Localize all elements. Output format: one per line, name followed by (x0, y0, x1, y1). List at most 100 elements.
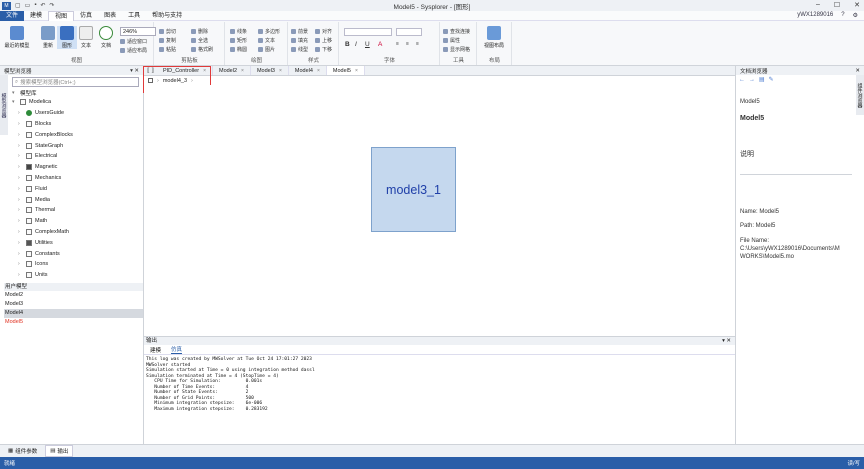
close-icon[interactable]: × (317, 68, 320, 74)
show-grid-button[interactable]: 显示网格 (443, 46, 470, 53)
list-item[interactable]: Model5 (4, 318, 143, 327)
align-center-icon[interactable]: ≡ (406, 41, 409, 47)
tree-item[interactable]: › Thermal (12, 205, 142, 216)
new-icon[interactable]: ▢ (15, 2, 21, 9)
copy-button[interactable]: 复制 (159, 37, 176, 44)
attributes-button[interactable]: 属性 (443, 37, 460, 44)
tree-item[interactable]: › Electrical (12, 151, 142, 162)
side-tab-model-browser[interactable]: 模型浏览器 (0, 75, 8, 135)
fg-style-button[interactable]: 前景 (291, 28, 308, 35)
rearrange-button[interactable]: 重新 (38, 26, 58, 49)
doc-icon[interactable]: ▤ (759, 76, 765, 83)
draw-ellipse-button[interactable]: 椭圆 (230, 46, 247, 53)
tab-model3[interactable]: Model3 × (251, 66, 289, 75)
draw-image-button[interactable]: 图片 (258, 46, 275, 53)
font-name-select[interactable] (344, 28, 392, 36)
menu-help[interactable]: 帮助与支持 (146, 11, 188, 21)
minimize-button[interactable]: – (816, 1, 820, 9)
edit-icon[interactable]: ✎ (769, 76, 774, 83)
open-icon[interactable]: ▭ (25, 2, 31, 9)
tree-item[interactable]: › Fluid (12, 183, 142, 194)
view-layout-button[interactable]: 视图布局 (484, 26, 504, 49)
panel-menu-icon[interactable]: ▾ ✕ (722, 337, 731, 345)
underline-button[interactable]: U (365, 41, 370, 48)
tree-item[interactable]: › Mechanics (12, 173, 142, 184)
tab-model4[interactable]: Model4 × (289, 66, 327, 75)
component-block[interactable]: model3_1 (371, 147, 456, 232)
menu-chart[interactable]: 图表 (98, 11, 122, 21)
settings-icon[interactable]: ⚙ (853, 12, 858, 19)
panel-menu-icon[interactable]: ▾ ✕ (130, 68, 139, 74)
tree-item[interactable]: › Utilities (12, 237, 142, 248)
model-search-input[interactable]: ⌕ 搜索模型浏览器(Ctrl+;) (12, 77, 139, 87)
align-button[interactable]: 对齐 (315, 28, 332, 35)
tree-item[interactable]: › Media (12, 194, 142, 205)
recent-models-button[interactable]: 最近的模型 (4, 26, 30, 49)
redo-icon[interactable]: ↷ (50, 2, 55, 9)
tab-model5[interactable]: Model5 × (326, 66, 365, 75)
tree-item[interactable]: › ComplexMath (12, 227, 142, 238)
close-icon[interactable]: ✕ (855, 68, 860, 74)
tree-item[interactable]: › ComplexBlocks (12, 129, 142, 140)
tree-item[interactable]: › Icons (12, 259, 142, 270)
list-item[interactable]: Model4 (4, 309, 143, 318)
tree-item[interactable]: › Constants (12, 248, 142, 259)
tab-modeling-log[interactable]: 建模 (150, 346, 161, 354)
tree-item[interactable]: › Blocks (12, 119, 142, 130)
tab-model2[interactable]: Model2 × (213, 66, 251, 75)
font-color-button[interactable]: A (378, 41, 382, 48)
tree-item[interactable]: › Math (12, 216, 142, 227)
align-left-icon[interactable]: ≡ (396, 41, 399, 47)
diagram-canvas[interactable]: model3_1 (144, 85, 735, 336)
tree-item[interactable]: › Magnetic (12, 162, 142, 173)
save-icon[interactable]: ▪ (34, 2, 36, 9)
italic-button[interactable]: I (355, 41, 357, 48)
close-icon[interactable]: × (279, 68, 282, 74)
font-size-select[interactable] (396, 28, 422, 36)
close-icon[interactable]: × (355, 68, 358, 74)
list-item[interactable]: Model2 (4, 291, 143, 300)
list-item[interactable]: Model3 (4, 300, 143, 309)
tab-output[interactable]: ▤ 输出 (45, 445, 74, 457)
cut-button[interactable]: 剪切 (159, 28, 176, 35)
tree-item[interactable]: ▾ Modelica (12, 97, 142, 108)
move-up-button[interactable]: 上移 (315, 37, 332, 44)
fit-window-button[interactable]: 适应窗口 (120, 38, 147, 45)
close-icon[interactable]: × (241, 68, 244, 74)
fill-style-button[interactable]: 填充 (291, 37, 308, 44)
paste-button[interactable]: 粘贴 (159, 46, 176, 53)
draw-text-button[interactable]: 文本 (258, 37, 275, 44)
find-connect-button[interactable]: 查找连接 (443, 28, 470, 35)
draw-polygon-button[interactable]: 多边形 (258, 28, 280, 35)
tab-component-params[interactable]: ▦ 组件参数 (4, 446, 41, 456)
back-icon[interactable]: ← (739, 77, 745, 83)
user-name[interactable]: yWX1289016 (797, 12, 833, 19)
tab-simulation-log[interactable]: 仿真 (171, 345, 183, 354)
delete-button[interactable]: 删除 (191, 28, 208, 35)
menu-simulate[interactable]: 仿真 (74, 11, 98, 21)
side-tab-component-browser[interactable]: 组件浏览器 (856, 75, 864, 115)
help-icon[interactable]: ? (841, 12, 844, 19)
draw-line-button[interactable]: 线条 (230, 28, 247, 35)
close-button[interactable]: ✕ (854, 1, 860, 9)
align-right-icon[interactable]: ≡ (416, 41, 419, 47)
fit-layout-button[interactable]: 适应布局 (120, 47, 147, 54)
select-all-button[interactable]: 全选 (191, 37, 208, 44)
line-style-button[interactable]: 线型 (291, 46, 308, 53)
zoom-select[interactable]: 246% (120, 27, 156, 36)
menu-view[interactable]: 视图 (48, 10, 75, 21)
menu-model[interactable]: 建模 (24, 11, 48, 21)
menu-tools[interactable]: 工具 (122, 11, 146, 21)
menu-file[interactable]: 文件 (0, 10, 25, 21)
draw-rect-button[interactable]: 矩形 (230, 37, 247, 44)
tree-item[interactable]: › UsersGuide (12, 108, 142, 119)
format-painter-button[interactable]: 格式刷 (191, 46, 213, 53)
tree-item[interactable]: › StateGraph (12, 140, 142, 151)
text-view-button[interactable]: 文本 (76, 26, 96, 49)
tree-item[interactable]: › Units (12, 270, 142, 281)
forward-icon[interactable]: → (749, 77, 755, 83)
graph-view-button[interactable]: 图形 (57, 26, 77, 49)
bold-button[interactable]: B (345, 41, 350, 48)
maximize-button[interactable]: ☐ (834, 1, 840, 9)
doc-view-button[interactable]: 文档 (96, 26, 116, 49)
